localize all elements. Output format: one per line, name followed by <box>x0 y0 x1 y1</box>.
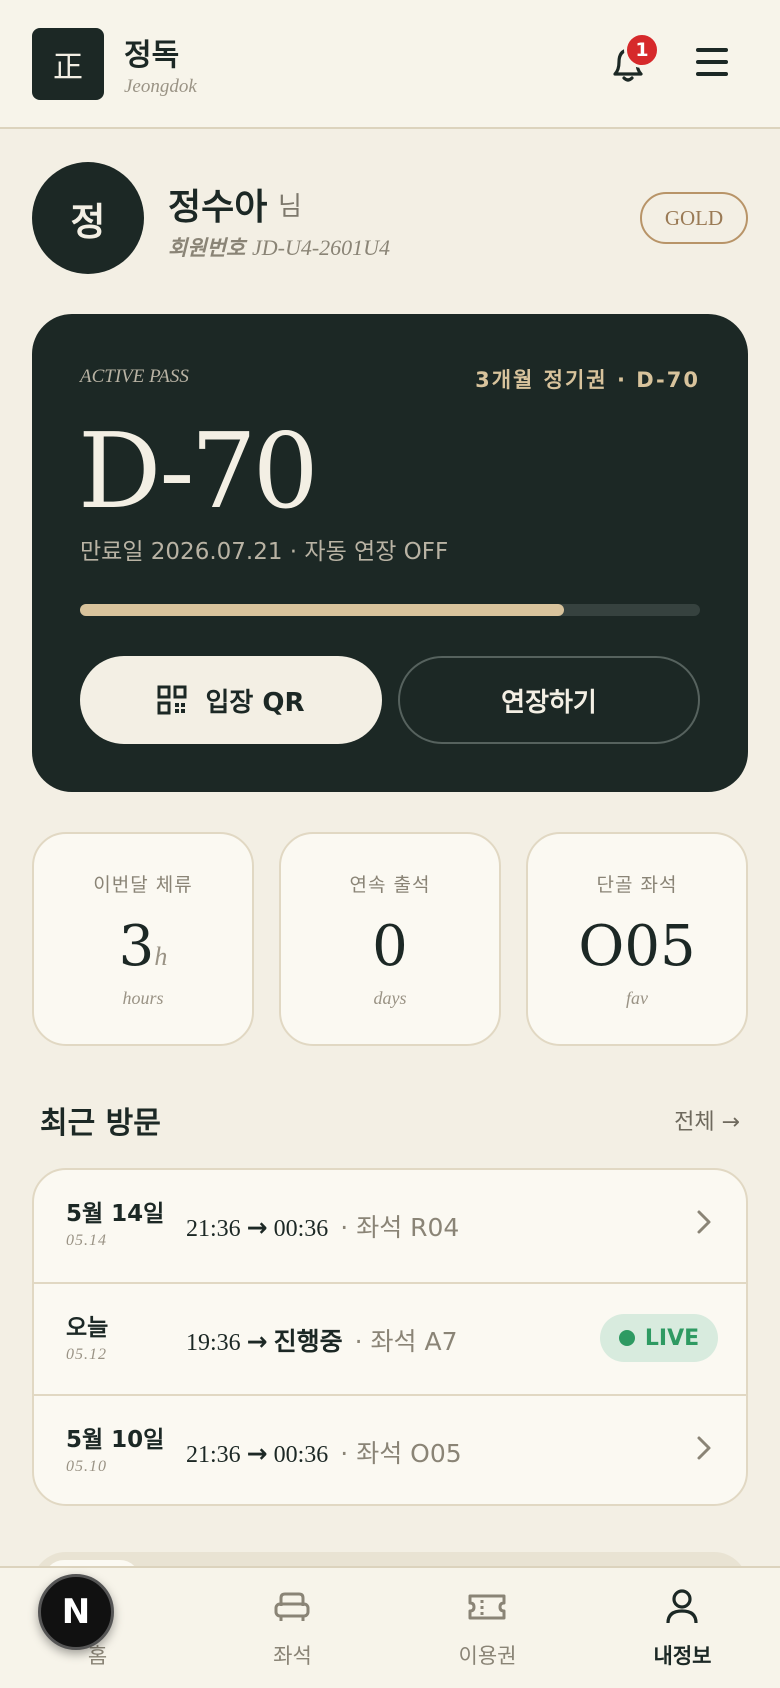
recent-visits-list: 5월 14일 05.14 21:36 → 00:36 · 좌석 R04 오늘 0… <box>32 1168 748 1506</box>
stat-label: 단골 좌석 <box>596 874 678 896</box>
pass-plan: 3개월 정기권 · D-70 <box>475 368 700 392</box>
nav-label: 좌석 <box>273 1644 312 1668</box>
brand-subtitle: Jeongdok <box>124 76 197 97</box>
nav-item-seat[interactable]: 좌석 <box>195 1568 390 1688</box>
recent-visits-title: 최근 방문 <box>40 1106 161 1141</box>
brand-name: 정독 <box>124 38 180 73</box>
stat-sub: days <box>373 988 407 1008</box>
visit-row[interactable]: 5월 10일 05.10 21:36 → 00:36 · 좌석 O05 <box>34 1394 746 1504</box>
floating-n-letter: N <box>61 1592 91 1632</box>
visit-seat: · 좌석 A7 <box>354 1327 458 1356</box>
ticket-icon <box>468 1594 506 1620</box>
avatar[interactable]: 정 <box>32 162 144 274</box>
stat-label: 연속 출석 <box>349 874 431 896</box>
entry-qr-label: 입장 QR <box>205 687 305 718</box>
stat-value: 3h <box>118 914 168 979</box>
pass-expiry: 만료일 2026.07.21 · 자동 연장 OFF <box>80 539 449 565</box>
visit-row[interactable]: 오늘 05.12 19:36 → 진행중 · 좌석 A7 LIVE <box>34 1282 746 1394</box>
visit-time: 19:36 → 진행중 · 좌석 A7 <box>186 1327 458 1356</box>
stat-sub: fav <box>626 988 648 1008</box>
stat-sub: hours <box>122 988 164 1008</box>
nav-item-my-info[interactable]: 내정보 <box>585 1568 780 1688</box>
bottom-nav: 홈 좌석 이용권 내정보 <box>0 1566 780 1688</box>
person-icon <box>666 1589 698 1624</box>
avatar-initial: 정 <box>70 199 106 244</box>
visit-date: 오늘 <box>66 1315 109 1341</box>
nav-label: 홈 <box>87 1644 108 1668</box>
visit-row[interactable]: 5월 14일 05.14 21:36 → 00:36 · 좌석 R04 <box>34 1170 746 1282</box>
notification-badge[interactable]: 1 <box>624 32 660 68</box>
live-badge: LIVE <box>600 1314 718 1362</box>
active-pass-card: ACTIVE PASS 3개월 정기권 · D-70 D-70 만료일 2026… <box>32 314 748 792</box>
view-all-link[interactable]: 전체 → <box>674 1104 740 1136</box>
brand-logo[interactable]: 正 <box>32 28 104 100</box>
member-number-value: JD-U4-2601U4 <box>251 235 391 260</box>
menu-icon[interactable] <box>696 48 728 76</box>
extend-label: 연장하기 <box>501 687 597 718</box>
stat-value: 0 <box>372 914 408 979</box>
visit-seat: · 좌석 O05 <box>340 1439 462 1468</box>
nav-label: 내정보 <box>653 1644 712 1668</box>
user-name: 정수아 <box>168 187 268 228</box>
app-header: 正 정독 Jeongdok 1 <box>0 0 780 129</box>
pass-progress-fill <box>80 604 564 616</box>
seat-icon <box>274 1592 310 1621</box>
member-number: 회원번호 JD-U4-2601U4 <box>168 232 390 262</box>
visit-seat: · 좌석 R04 <box>340 1213 460 1242</box>
stat-label: 이번달 체류 <box>93 874 193 896</box>
tier-badge[interactable]: GOLD <box>640 192 748 244</box>
visit-date: 5월 10일 <box>66 1427 165 1453</box>
nav-label: 이용권 <box>458 1644 517 1668</box>
pass-kicker: ACTIVE PASS <box>80 366 189 387</box>
stat-card-favorite-seat[interactable]: 단골 좌석 O05 fav <box>526 832 748 1046</box>
floating-n-button[interactable]: N <box>38 1574 114 1650</box>
chevron-right-icon[interactable] <box>690 1202 718 1242</box>
nav-item-ticket[interactable]: 이용권 <box>390 1568 585 1688</box>
visit-date-sub: 05.10 <box>66 1458 107 1475</box>
visit-date-sub: 05.12 <box>66 1346 107 1363</box>
visit-date: 5월 14일 <box>66 1201 165 1227</box>
live-dot-icon <box>618 1330 635 1346</box>
entry-qr-button[interactable]: 입장 QR <box>80 656 382 744</box>
logo-glyph: 正 <box>53 50 83 85</box>
qr-icon <box>157 685 187 715</box>
extend-button[interactable]: 연장하기 <box>398 656 700 744</box>
pass-dday: D-70 <box>78 410 319 532</box>
member-number-label: 회원번호 <box>168 236 246 260</box>
visit-date-sub: 05.14 <box>66 1232 107 1249</box>
stat-card-monthly-stay[interactable]: 이번달 체류 3h hours <box>32 832 254 1046</box>
stat-value: O05 <box>578 914 696 979</box>
pass-progress-bar <box>80 604 700 616</box>
visit-time: 21:36 → 00:36 · 좌석 O05 <box>186 1439 462 1468</box>
stat-card-streak[interactable]: 연속 출석 0 days <box>279 832 501 1046</box>
visit-time: 21:36 → 00:36 · 좌석 R04 <box>186 1213 460 1242</box>
chevron-right-icon[interactable] <box>690 1428 718 1468</box>
user-honorific: 님 <box>278 192 302 222</box>
